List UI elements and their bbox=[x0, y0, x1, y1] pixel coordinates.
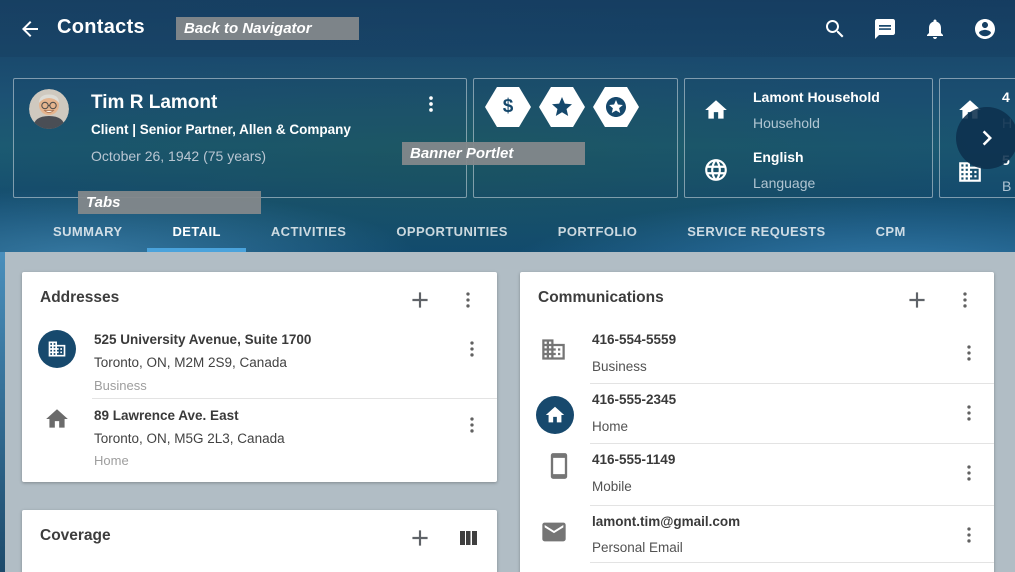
banner-next-button[interactable] bbox=[956, 107, 1015, 169]
star-hexagon-icon[interactable] bbox=[539, 87, 585, 127]
add-coverage-icon[interactable] bbox=[407, 525, 433, 551]
communications-card-actions bbox=[904, 287, 978, 313]
communication-more-vert-icon[interactable] bbox=[958, 524, 980, 546]
address-more-vert-icon[interactable] bbox=[461, 338, 483, 360]
add-address-icon[interactable] bbox=[407, 287, 433, 313]
profile-card: Tim R Lamont Client | Senior Partner, Al… bbox=[13, 78, 467, 198]
notifications-bell-icon[interactable] bbox=[923, 17, 947, 41]
household-value: Lamont Household bbox=[753, 89, 880, 105]
phone-number: 416-555-1149 bbox=[592, 452, 675, 467]
app-bar: Contacts bbox=[0, 0, 1015, 57]
row-divider bbox=[590, 383, 994, 384]
tab-service-requests[interactable]: SERVICE REQUESTS bbox=[662, 210, 850, 252]
detail-content: Addresses 525 University Avenue, Suite 1… bbox=[0, 252, 1015, 572]
home-icon bbox=[44, 406, 70, 432]
coverage-card-title: Coverage bbox=[40, 527, 111, 545]
smartphone-icon bbox=[545, 452, 573, 480]
tab-opportunities[interactable]: OPPORTUNITIES bbox=[371, 210, 532, 252]
add-communication-icon[interactable] bbox=[904, 287, 930, 313]
tab-activities[interactable]: ACTIVITIES bbox=[246, 210, 372, 252]
left-edge-strip bbox=[0, 252, 5, 572]
profile-more-vert-icon[interactable] bbox=[420, 93, 442, 115]
tab-cpm[interactable]: CPM bbox=[851, 210, 931, 252]
addresses-more-vert-icon[interactable] bbox=[455, 287, 481, 313]
communication-type: Home bbox=[592, 419, 628, 434]
household-label: Household bbox=[753, 115, 820, 131]
home-icon bbox=[703, 97, 729, 123]
address-line2: Toronto, ON, M2M 2S9, Canada bbox=[94, 355, 287, 370]
account-icon[interactable] bbox=[973, 17, 997, 41]
address-line1: 89 Lawrence Ave. East bbox=[94, 408, 239, 423]
language-item[interactable]: English Language bbox=[685, 148, 932, 204]
tab-detail[interactable]: DETAIL bbox=[147, 210, 245, 252]
peek-value: 4 bbox=[1002, 89, 1010, 105]
contact-name: Tim R Lamont bbox=[91, 92, 217, 114]
communication-more-vert-icon[interactable] bbox=[958, 462, 980, 484]
address-line2: Toronto, ON, M5G 2L3, Canada bbox=[94, 431, 285, 446]
household-card: Lamont Household Household English Langu… bbox=[684, 78, 933, 198]
badge-row: $ bbox=[485, 87, 639, 127]
coverage-card: Coverage bbox=[22, 510, 497, 572]
tab-summary[interactable]: SUMMARY bbox=[28, 210, 147, 252]
banner-header: Contacts bbox=[0, 0, 1015, 252]
annotation-tabs: Tabs bbox=[78, 191, 261, 214]
home-icon bbox=[536, 396, 574, 434]
banner-portlet: Tim R Lamont Client | Senior Partner, Al… bbox=[13, 78, 1015, 198]
address-line1: 525 University Avenue, Suite 1700 bbox=[94, 332, 311, 347]
communications-card-title: Communications bbox=[538, 289, 664, 307]
office-building-icon bbox=[38, 330, 76, 368]
appbar-actions bbox=[823, 17, 997, 41]
coverage-card-actions bbox=[407, 525, 481, 551]
row-divider bbox=[590, 562, 994, 563]
household-item[interactable]: Lamont Household Household bbox=[685, 88, 932, 144]
contact-birthdate: October 26, 1942 (75 years) bbox=[91, 148, 266, 164]
communications-card: Communications 416-554-5559 Business bbox=[520, 272, 994, 572]
communications-more-vert-icon[interactable] bbox=[952, 287, 978, 313]
star-circle-hexagon-icon[interactable] bbox=[593, 87, 639, 127]
address-type: Home bbox=[94, 453, 129, 468]
avatar[interactable] bbox=[29, 89, 69, 129]
badges-card: $ bbox=[473, 78, 678, 198]
office-building-icon bbox=[540, 336, 567, 363]
contact-subtitle: Client | Senior Partner, Allen & Company bbox=[91, 122, 351, 137]
search-icon[interactable] bbox=[823, 17, 847, 41]
row-divider bbox=[590, 505, 994, 506]
view-columns-icon[interactable] bbox=[455, 525, 481, 551]
dollar-hexagon-icon[interactable]: $ bbox=[485, 87, 531, 127]
tab-portfolio[interactable]: PORTFOLIO bbox=[533, 210, 662, 252]
chat-icon[interactable] bbox=[873, 17, 897, 41]
peek-label: B bbox=[1002, 178, 1011, 194]
addresses-card-actions bbox=[407, 287, 481, 313]
annotation-banner-portlet: Banner Portlet bbox=[402, 142, 585, 165]
communication-type: Business bbox=[592, 359, 647, 374]
row-divider bbox=[92, 398, 497, 399]
back-icon[interactable] bbox=[18, 17, 42, 41]
row-divider bbox=[590, 443, 994, 444]
addresses-card: Addresses 525 University Avenue, Suite 1… bbox=[22, 272, 497, 482]
phone-number: 416-555-2345 bbox=[592, 392, 676, 407]
annotation-back-to-navigator: Back to Navigator bbox=[176, 17, 359, 40]
language-label: Language bbox=[753, 175, 815, 191]
language-value: English bbox=[753, 149, 804, 165]
email-icon bbox=[540, 518, 568, 546]
phone-number: 416-554-5559 bbox=[592, 332, 676, 347]
chevron-right-icon bbox=[972, 123, 1002, 153]
addresses-card-title: Addresses bbox=[40, 289, 119, 307]
communication-type: Personal Email bbox=[592, 540, 683, 555]
email-address: lamont.tim@gmail.com bbox=[592, 514, 740, 529]
tab-bar: SUMMARY DETAIL ACTIVITIES OPPORTUNITIES … bbox=[28, 210, 931, 252]
address-more-vert-icon[interactable] bbox=[461, 414, 483, 436]
communication-more-vert-icon[interactable] bbox=[958, 402, 980, 424]
address-type: Business bbox=[94, 378, 147, 393]
globe-icon bbox=[703, 157, 729, 183]
page-title: Contacts bbox=[57, 16, 145, 39]
communication-more-vert-icon[interactable] bbox=[958, 342, 980, 364]
communication-type: Mobile bbox=[592, 479, 632, 494]
